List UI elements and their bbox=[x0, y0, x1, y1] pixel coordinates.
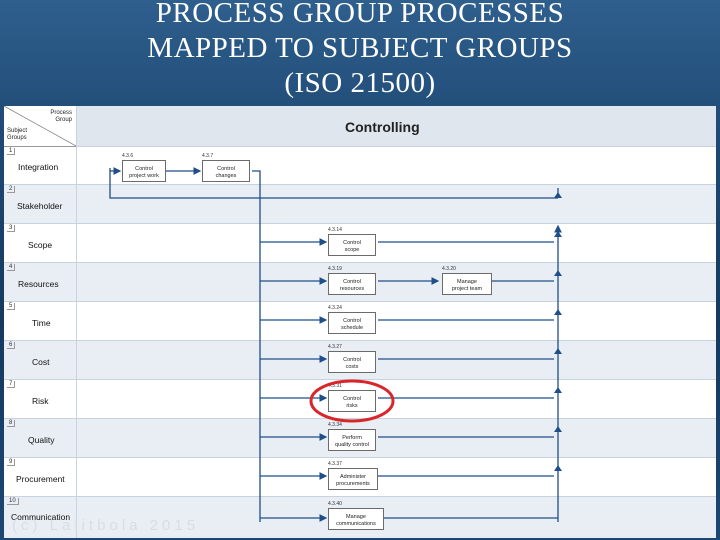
process-name-line-2: quality control bbox=[335, 441, 369, 448]
process-name-line-2: project team bbox=[451, 285, 483, 292]
process-box-manage-communications: 4.3.40 Manage communications bbox=[328, 501, 384, 530]
process-box-perform-quality-control: 4.3.34 Perform quality control bbox=[328, 422, 376, 451]
process-name-line-2: project work bbox=[129, 172, 159, 179]
process-code: 4.3.37 bbox=[328, 461, 342, 467]
slide-title: PROCESS GROUP PROCESSES MAPPED TO SUBJEC… bbox=[0, 0, 720, 100]
process-box-administer-procurements: 4.3.37 Administer procurements bbox=[328, 461, 378, 490]
copyright-watermark: (c) Lalitbola 2015 bbox=[12, 517, 200, 534]
process-name-line-2: schedule bbox=[340, 324, 364, 331]
process-code: 4.3.27 bbox=[328, 344, 342, 350]
process-box-control-scope: 4.3.14 Control scope bbox=[328, 227, 376, 256]
process-code: 4.3.6 bbox=[122, 153, 134, 159]
process-code: 4.3.40 bbox=[328, 501, 342, 507]
process-mapping-diagram: 1 Integration 2 Stakeholder 3 Scope 4 Re… bbox=[4, 106, 716, 538]
process-code: 4.3.7 bbox=[202, 153, 214, 159]
process-name-line-2: scope bbox=[344, 246, 360, 253]
process-box-control-project-work: 4.3.6 Control project work bbox=[122, 153, 166, 182]
process-name-line-2: changes bbox=[215, 172, 237, 179]
title-line-2: MAPPED TO SUBJECT GROUPS bbox=[147, 32, 573, 64]
process-box-control-resources: 4.3.19 Control resources bbox=[328, 266, 376, 295]
process-name-line-2: communications bbox=[336, 520, 376, 527]
process-code: 4.3.24 bbox=[328, 305, 342, 311]
process-code: 4.3.19 bbox=[328, 266, 342, 272]
process-code: 4.3.20 bbox=[442, 266, 456, 272]
process-name-line-2: costs bbox=[345, 363, 359, 370]
title-line-1: PROCESS GROUP PROCESSES bbox=[155, 0, 565, 29]
process-code: 4.3.14 bbox=[328, 227, 342, 233]
process-box-control-changes: 4.3.7 Control changes bbox=[202, 153, 250, 182]
process-name-line-2: resources bbox=[339, 285, 365, 292]
process-box-control-schedule: 4.3.24 Control schedule bbox=[328, 305, 376, 334]
process-name-line-2: procurements bbox=[336, 480, 370, 487]
highlight-circle bbox=[309, 379, 395, 423]
process-box-control-costs: 4.3.27 Control costs bbox=[328, 344, 376, 373]
process-box-manage-project-team: 4.3.20 Manage project team bbox=[442, 266, 492, 295]
title-line-3: (ISO 21500) bbox=[284, 67, 436, 99]
